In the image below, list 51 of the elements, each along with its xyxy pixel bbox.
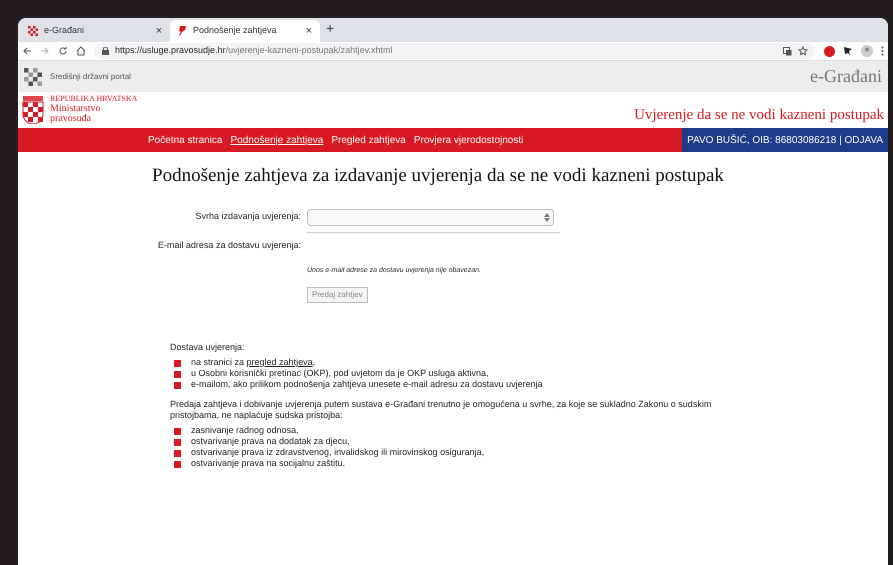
delivery-item: na stranici za pregled zahtjeva, bbox=[191, 357, 316, 368]
nav-link[interactable]: Podnošenje zahtjeva bbox=[230, 132, 324, 148]
new-tab-button[interactable]: + bbox=[326, 18, 334, 39]
tab-title: Podnošenje zahtjeva bbox=[193, 24, 278, 38]
nav-link[interactable]: Početna stranica bbox=[148, 132, 222, 148]
bullet-icon bbox=[174, 428, 181, 435]
page-title: Podnošenje zahtjeva za izdavanje uvjerenja da se ne vodi kazneni postupak bbox=[152, 164, 725, 188]
avatar-icon[interactable] bbox=[861, 45, 873, 57]
delivery-item: e-mailom, ako prilikom podnošenja zahtjeva unesete e-mail adresu za dostavu uvjerenja bbox=[191, 379, 543, 390]
delivery-heading: Dostava uvjerenja: bbox=[169, 340, 246, 354]
purpose-item: ostvarivanje prava iz zdravstvenog, invalidskog ili mirovinskog osiguranja, bbox=[191, 447, 484, 458]
ministry-name-line: pravosuđa bbox=[50, 114, 92, 124]
portal-title[interactable]: Središnji državni portal bbox=[50, 70, 802, 82]
checkered-logo-icon bbox=[24, 68, 42, 86]
purpose-item: ostvarivanje prava na dodatak za djecu, bbox=[191, 436, 350, 447]
ministry-name-line: REPUBLIKA HRVATSKA bbox=[50, 94, 138, 104]
bullet-icon bbox=[174, 371, 181, 378]
email-label: E-mail adresa za dostavu uvjerenja: bbox=[156, 238, 302, 252]
tab-close-button[interactable]: × bbox=[306, 22, 312, 40]
tab-close-button[interactable]: × bbox=[156, 22, 162, 40]
home-icon[interactable] bbox=[76, 46, 86, 56]
url-field[interactable]: https://usluge.pravosudje.hr/uvjerenje-kazneni-postupak/zahtjev.xhtml bbox=[94, 43, 816, 59]
purposes-intro: Predaja zahtjeva i dobivanje uvjerenja putem sustava e-Građani trenutno je omogućena u svrhe, za koje se sukladno Zakonu o sudskim pristojbama, ne naplaćuje sudska pristojba: bbox=[169, 399, 712, 421]
pin-favicon-icon bbox=[178, 26, 187, 36]
star-icon[interactable] bbox=[798, 46, 808, 56]
bullet-icon bbox=[174, 461, 181, 468]
requests-link[interactable]: pregled zahtjeva bbox=[246, 357, 313, 367]
more-menu-icon[interactable] bbox=[881, 46, 884, 56]
nav-link[interactable]: Provjera vjerodostojnosti bbox=[414, 132, 524, 148]
reload-icon[interactable] bbox=[58, 46, 68, 56]
tab-title: e-Građani bbox=[44, 24, 86, 38]
service-title: Uvjerenje da se ne vodi kazneni postupak bbox=[634, 106, 884, 124]
bullet-icon bbox=[174, 450, 181, 457]
back-icon[interactable] bbox=[22, 46, 32, 56]
browser-tab[interactable]: Podnošenje zahtjeva × bbox=[170, 20, 320, 42]
bullet-icon bbox=[174, 382, 181, 389]
purpose-label: Svrha izdavanja uvjerenja: bbox=[194, 210, 302, 224]
coat-of-arms-icon bbox=[22, 94, 44, 124]
purpose-item: zasnivanje radnog odnosa, bbox=[191, 425, 299, 436]
ministry-name-line: Ministarstvo bbox=[50, 104, 102, 114]
checkered-favicon-icon bbox=[28, 26, 38, 36]
updown-icon bbox=[544, 212, 550, 222]
url-text: https://usluge.pravosudje.hr/uvjerenje-kazneni-postupak/zahtjev.xhtml bbox=[115, 44, 394, 58]
brand-title: e-Građani bbox=[810, 65, 882, 88]
lock-icon bbox=[102, 47, 109, 55]
purpose-item: ostvarivanje prava na socijalnu zaštitu. bbox=[191, 458, 346, 469]
delivery-item: u Osobni korisnički pretinac (OKP), pod uvjetom da je OKP usluga aktivna, bbox=[191, 368, 488, 379]
bullet-icon bbox=[174, 360, 181, 367]
bullet-icon bbox=[174, 439, 181, 446]
user-info[interactable]: PAVO BUŠIĆ, OIB: 86803086218 | ODJAVA bbox=[682, 128, 888, 152]
nav-link[interactable]: Pregled zahtjeva bbox=[331, 132, 406, 148]
